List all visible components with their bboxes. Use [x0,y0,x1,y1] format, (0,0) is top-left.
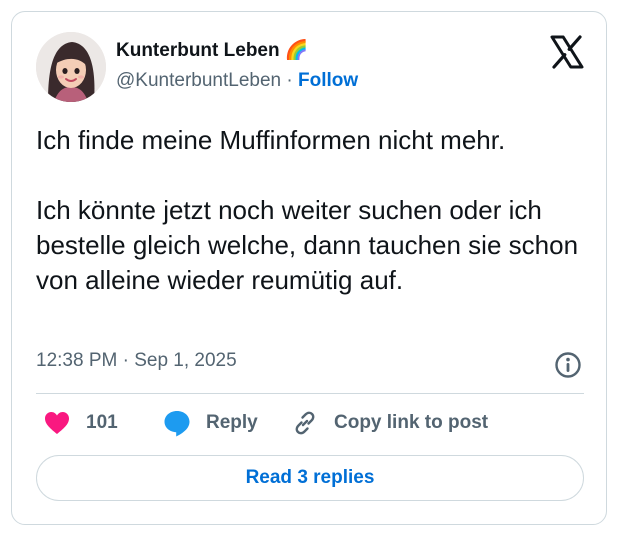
author-handle[interactable]: @KunterbuntLeben [116,70,281,91]
copy-link-button[interactable]: Copy link to post [290,408,488,438]
reply-label: Reply [206,412,258,433]
speech-bubble-icon [162,408,192,438]
author-handle-row: @KunterbuntLeben · Follow [116,70,358,92]
copy-link-label: Copy link to post [334,412,489,433]
reply-button[interactable]: Reply [162,408,258,438]
handle-separator: · [286,70,293,91]
link-icon [290,408,320,438]
avatar[interactable] [36,32,106,102]
tweet-card: Kunterbunt Leben 🌈 @KunterbuntLeben · Fo… [11,11,607,525]
heart-icon [42,408,72,438]
tweet-timestamp[interactable]: 12:38 PM · Sep 1, 2025 [36,350,237,372]
divider [36,393,584,394]
x-logo-icon[interactable] [549,34,585,70]
like-count: 101 [86,412,118,433]
tweet-text: Ich finde meine Muffinformen nicht mehr.… [36,125,579,295]
avatar-illustration [36,32,106,102]
info-icon[interactable] [554,351,582,379]
author-display-name[interactable]: Kunterbunt Leben 🌈 [116,38,309,62]
read-replies-button[interactable]: Read 3 replies [36,455,584,501]
follow-link[interactable]: Follow [298,70,358,91]
like-button[interactable]: 101 [42,408,118,438]
